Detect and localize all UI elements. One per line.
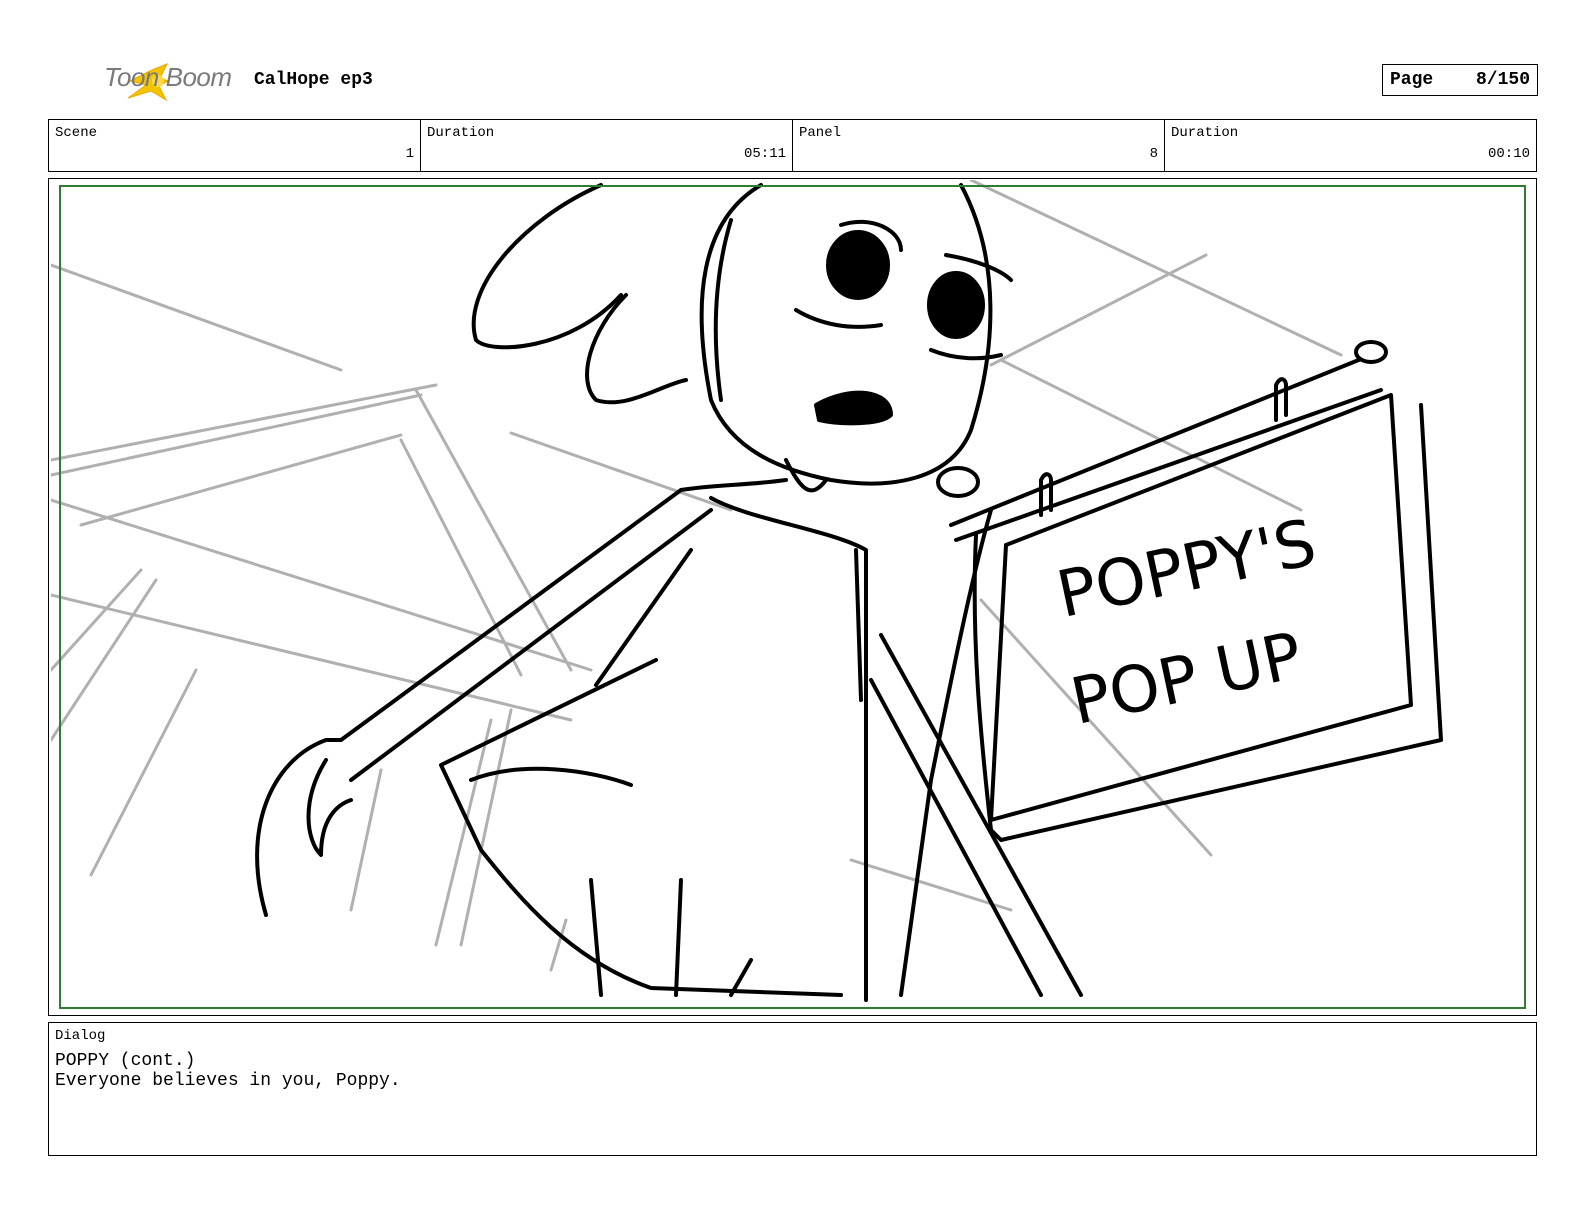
safe-area-frame	[59, 185, 1526, 1009]
dialog-label: Dialog	[55, 1028, 106, 1044]
scene-duration-value: 05:11	[743, 146, 786, 162]
scene-label: Scene	[55, 125, 98, 141]
panel-label: Panel	[799, 125, 842, 141]
scene-duration-cell: Duration 05:11	[421, 120, 793, 171]
scene-duration-label: Duration	[427, 125, 495, 141]
scene-cell: Scene 1	[49, 120, 421, 171]
panel-cell: Panel 8	[793, 120, 1165, 171]
dialog-box: Dialog POPPY (cont.) Everyone believes i…	[48, 1022, 1537, 1156]
page-label: Page	[1390, 70, 1434, 90]
project-title: CalHope ep3	[254, 70, 373, 90]
panel-duration-value: 00:10	[1487, 146, 1530, 162]
page-number: 8/150	[1475, 70, 1530, 90]
panel-duration-label: Duration	[1171, 125, 1239, 141]
dialog-speaker: POPPY (cont.)	[55, 1051, 196, 1071]
dialog-line: Everyone believes in you, Poppy.	[55, 1071, 401, 1091]
panel-duration-cell: Duration 00:10	[1165, 120, 1536, 171]
scene-info-table: Scene 1 Duration 05:11 Panel 8 Duration …	[48, 119, 1537, 172]
panel-value: 8	[1149, 146, 1158, 162]
brand-name: Toon Boom	[104, 62, 232, 92]
page-indicator: Page 8/150	[1382, 64, 1538, 96]
scene-value: 1	[405, 146, 414, 162]
